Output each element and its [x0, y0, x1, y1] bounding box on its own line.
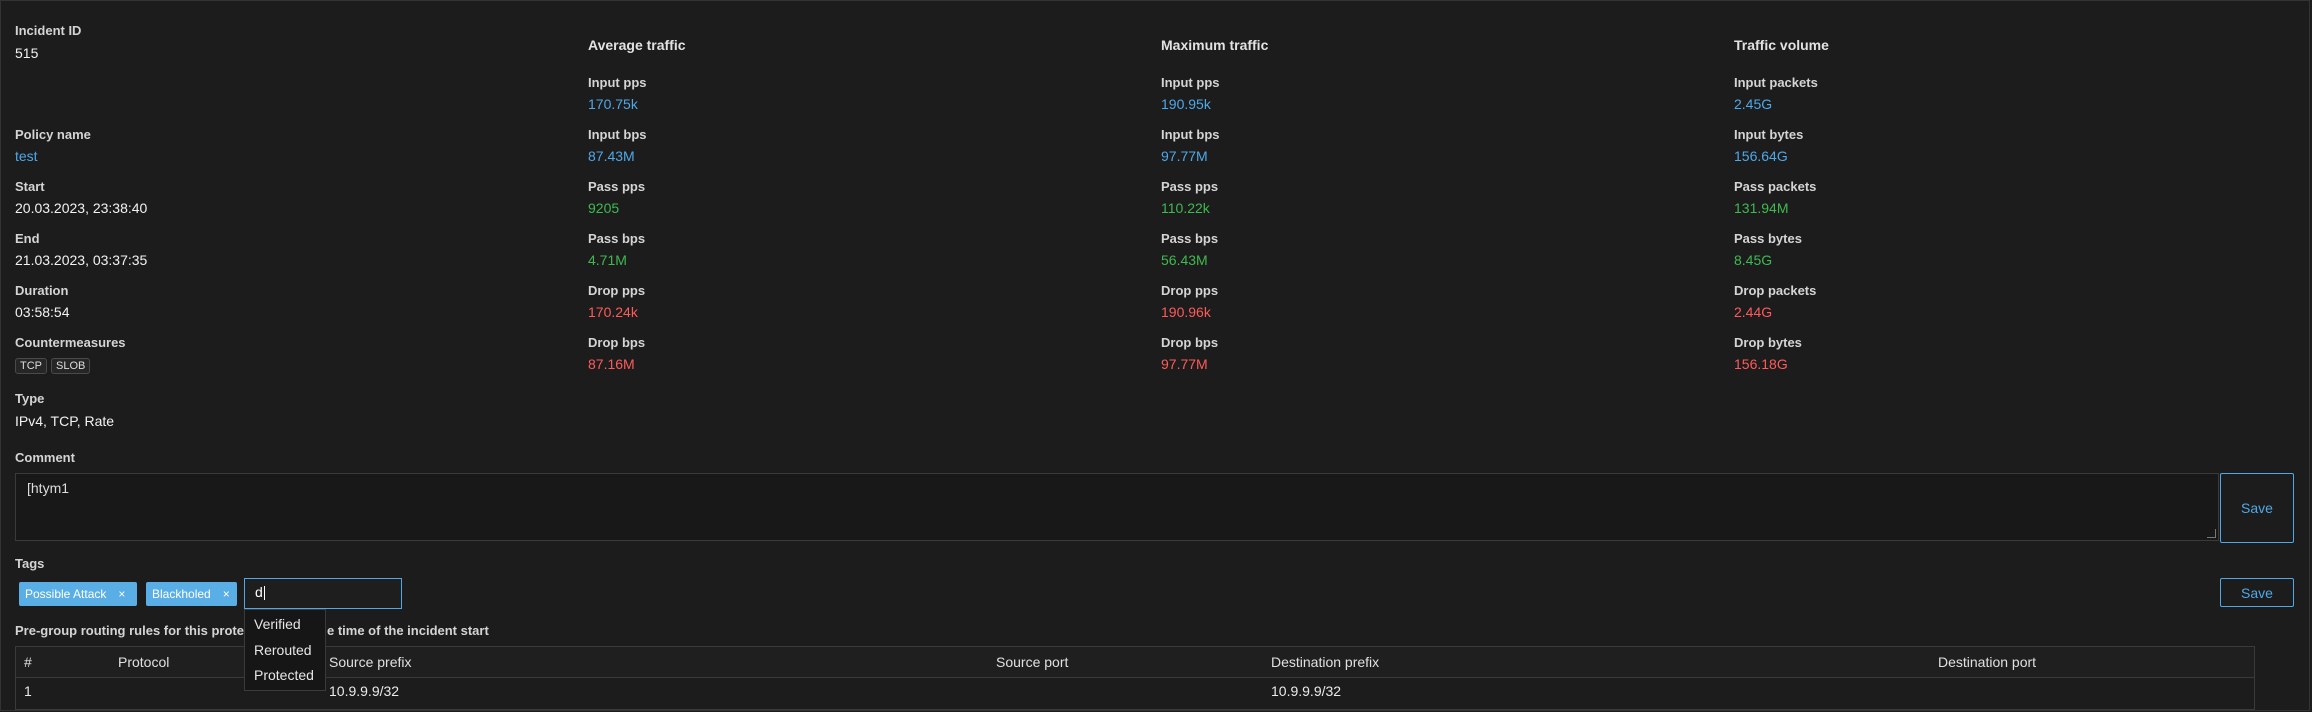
tag-remove-icon[interactable]: × [223, 587, 230, 601]
max-drop-bps-value: 97.77M [1161, 356, 1208, 372]
tag-blackholed: Blackholed × [146, 582, 237, 606]
max-drop-pps-label: Drop pps [1161, 283, 1219, 298]
countermeasures-label: Countermeasures [15, 335, 126, 350]
tag-input-text: d [255, 584, 263, 600]
column-header-source-prefix: Source prefix [329, 654, 412, 670]
tag-input[interactable]: d [244, 578, 402, 609]
avg-input-bps-value: 87.43M [588, 148, 635, 164]
text-cursor [263, 586, 265, 601]
maximum-traffic-title: Maximum traffic [1161, 37, 1269, 53]
row-source-prefix: 10.9.9.9/32 [329, 683, 400, 699]
routing-rules-table: # Protocol Source prefix Source port Des… [15, 646, 2255, 710]
tags-label: Tags [15, 556, 45, 571]
vol-input-packets-label: Input packets [1734, 75, 1818, 90]
avg-pass-bps-label: Pass bps [588, 231, 646, 246]
suggestion-verified[interactable]: Verified [254, 616, 301, 632]
routing-caption-right: e time of the incident start [327, 623, 489, 638]
max-pass-pps-label: Pass pps [1161, 179, 1219, 194]
vol-drop-packets-label: Drop packets [1734, 283, 1817, 298]
policy-name-link[interactable]: test [15, 148, 38, 164]
max-drop-bps-label: Drop bps [1161, 335, 1219, 350]
average-traffic-title: Average traffic [588, 37, 686, 53]
avg-pass-bps-value: 4.71M [588, 252, 627, 268]
avg-drop-bps-label: Drop bps [588, 335, 646, 350]
end-value: 21.03.2023, 03:37:35 [15, 252, 148, 268]
incident-id-label: Incident ID [15, 23, 82, 38]
avg-drop-pps-label: Drop pps [588, 283, 646, 298]
column-header-destination-prefix: Destination prefix [1271, 654, 1380, 670]
vol-pass-bytes-value: 8.45G [1734, 252, 1773, 268]
end-label: End [15, 231, 40, 246]
resize-handle-icon[interactable] [2207, 529, 2216, 538]
avg-input-pps-value: 170.75k [588, 96, 638, 112]
duration-label: Duration [15, 283, 69, 298]
comment-textarea[interactable]: [htym1 [15, 473, 2219, 541]
start-value: 20.03.2023, 23:38:40 [15, 200, 148, 216]
row-number: 1 [24, 683, 32, 699]
comment-text: [htym1 [27, 480, 70, 496]
max-pass-pps-value: 110.22k [1161, 200, 1210, 216]
start-label: Start [15, 179, 45, 194]
column-header-destination-port: Destination port [1938, 654, 2037, 670]
avg-pass-pps-label: Pass pps [588, 179, 646, 194]
column-header-number: # [24, 654, 32, 670]
avg-pass-pps-value: 9205 [588, 200, 620, 216]
countermeasure-badge: SLOB [51, 358, 91, 374]
max-pass-bps-value: 56.43M [1161, 252, 1208, 268]
vol-pass-packets-value: 131.94M [1734, 200, 1789, 216]
max-input-bps-label: Input bps [1161, 127, 1220, 142]
vol-input-bytes-label: Input bytes [1734, 127, 1804, 142]
vol-input-bytes-value: 156.64G [1734, 148, 1788, 164]
suggestion-protected[interactable]: Protected [254, 667, 314, 683]
traffic-volume-title: Traffic volume [1734, 37, 1829, 53]
comment-label: Comment [15, 450, 75, 465]
column-header-protocol: Protocol [118, 654, 170, 670]
tag-label: Blackholed [152, 587, 211, 601]
max-pass-bps-label: Pass bps [1161, 231, 1219, 246]
row-destination-prefix: 10.9.9.9/32 [1271, 683, 1342, 699]
tag-remove-icon[interactable]: × [118, 587, 125, 601]
vol-input-packets-value: 2.45G [1734, 96, 1773, 112]
vol-pass-packets-label: Pass packets [1734, 179, 1817, 194]
vol-pass-bytes-label: Pass bytes [1734, 231, 1802, 246]
comment-save-button[interactable]: Save [2220, 473, 2294, 543]
max-input-pps-label: Input pps [1161, 75, 1220, 90]
type-label: Type [15, 391, 45, 406]
policy-name-label: Policy name [15, 127, 91, 142]
avg-drop-bps-value: 87.16M [588, 356, 635, 372]
vol-drop-bytes-label: Drop bytes [1734, 335, 1802, 350]
max-input-bps-value: 97.77M [1161, 148, 1208, 164]
max-input-pps-value: 190.95k [1161, 96, 1211, 112]
tags-save-button[interactable]: Save [2220, 578, 2294, 607]
countermeasure-badge: TCP [15, 358, 47, 374]
vol-drop-packets-value: 2.44G [1734, 304, 1773, 320]
duration-value: 03:58:54 [15, 304, 70, 320]
incident-id-value: 515 [15, 45, 39, 61]
type-value: IPv4, TCP, Rate [15, 413, 115, 429]
avg-input-pps-label: Input pps [588, 75, 647, 90]
vol-drop-bytes-value: 156.18G [1734, 356, 1788, 372]
tag-label: Possible Attack [25, 587, 107, 601]
countermeasures-list: TCP SLOB [15, 357, 94, 374]
tag-suggestions-dropdown: Verified Rerouted Protected [244, 609, 326, 691]
avg-drop-pps-value: 170.24k [588, 304, 638, 320]
tag-possible-attack: Possible Attack × [19, 582, 137, 606]
column-header-source-port: Source port [996, 654, 1069, 670]
suggestion-rerouted[interactable]: Rerouted [254, 642, 312, 658]
max-drop-pps-value: 190.96k [1161, 304, 1211, 320]
routing-caption-left: Pre-group routing rules for this protect… [15, 623, 268, 638]
avg-input-bps-label: Input bps [588, 127, 647, 142]
